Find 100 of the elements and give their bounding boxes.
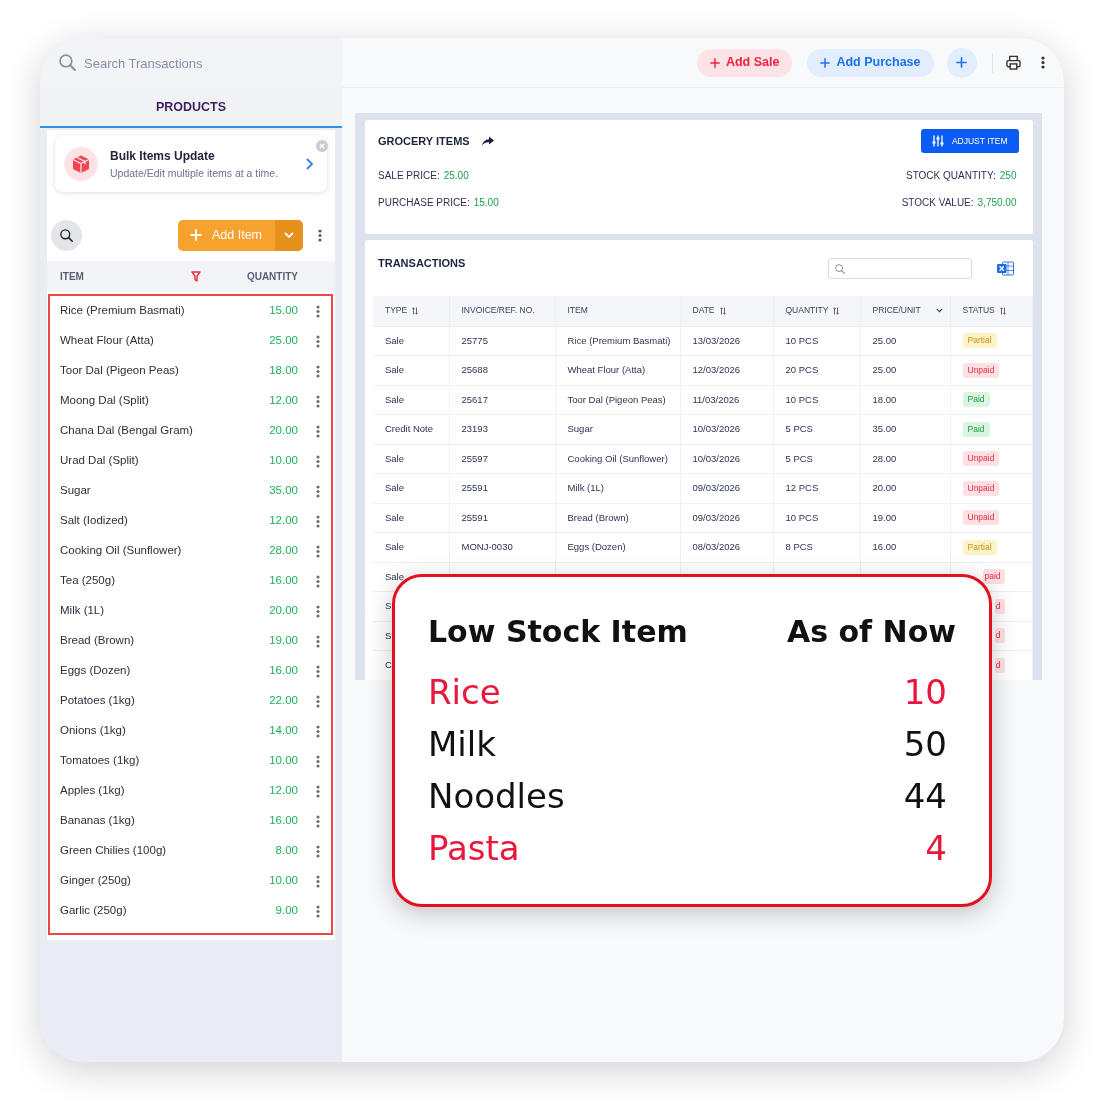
vertical-dots-icon[interactable] bbox=[316, 514, 320, 528]
table-cell: 11/03/2026 bbox=[680, 385, 773, 415]
status-badge: Unpaid bbox=[962, 451, 1000, 467]
table-cell: 08/03/2026 bbox=[680, 532, 773, 562]
share-arrow-icon[interactable] bbox=[481, 136, 494, 146]
sort-icon[interactable] bbox=[719, 306, 726, 315]
column-header[interactable]: STATUS bbox=[962, 304, 995, 318]
item-name[interactable]: Ginger (250g) bbox=[60, 872, 131, 890]
vertical-dots-icon[interactable] bbox=[316, 724, 320, 738]
package-icon bbox=[64, 147, 98, 181]
table-cell: Milk (1L) bbox=[555, 473, 680, 503]
sort-icon[interactable] bbox=[412, 306, 419, 315]
item-quantity: 10.00 bbox=[269, 753, 298, 769]
search-field[interactable]: Search Transactions bbox=[40, 38, 342, 88]
item-name[interactable]: Sugar bbox=[60, 482, 91, 500]
item-name[interactable]: Cooking Oil (Sunflower) bbox=[60, 542, 182, 560]
item-name[interactable]: Onions (1kg) bbox=[60, 722, 126, 740]
vertical-dots-icon[interactable] bbox=[316, 664, 320, 678]
tab[interactable]: PRODUCTS bbox=[40, 88, 342, 128]
vertical-dots-icon[interactable] bbox=[316, 904, 320, 918]
table-cell: 12 PCS bbox=[773, 473, 860, 503]
status-badge: d bbox=[994, 628, 1005, 644]
table-cell: 10 PCS bbox=[773, 326, 860, 356]
item-name[interactable]: Tomatoes (1kg) bbox=[60, 752, 140, 770]
promo-card[interactable]: Bulk Items Update Update/Edit multiple items at a time. bbox=[55, 136, 327, 192]
vertical-dots-icon[interactable] bbox=[316, 694, 320, 708]
vertical-dots-icon[interactable] bbox=[316, 544, 320, 558]
vertical-dots-icon[interactable] bbox=[316, 304, 320, 318]
item-name[interactable]: Toor Dal (Pigeon Peas) bbox=[60, 362, 179, 380]
add-button[interactable] bbox=[946, 47, 977, 78]
plus-icon bbox=[190, 229, 202, 241]
column-header: INVOICE/REF. NO. bbox=[461, 304, 535, 318]
adjust-item-button[interactable]: ADJUST ITEM bbox=[920, 129, 1019, 153]
table-cell: 12/03/2026 bbox=[680, 355, 773, 385]
item-quantity: 20.00 bbox=[269, 423, 298, 439]
item-name[interactable]: Apples (1kg) bbox=[60, 782, 125, 800]
item-name[interactable]: Chana Dal (Bengal Gram) bbox=[60, 422, 193, 440]
sort-icon[interactable] bbox=[999, 306, 1006, 315]
card-title: GROCERY ITEMS bbox=[378, 133, 470, 149]
item-name[interactable]: Bananas (1kg) bbox=[60, 812, 135, 830]
caret-down-icon bbox=[284, 232, 294, 238]
field-label: PURCHASE PRICE: bbox=[378, 195, 470, 210]
table-cell: Rice (Premium Basmati) bbox=[555, 326, 680, 356]
vertical-dots-icon[interactable] bbox=[316, 754, 320, 768]
item-name[interactable]: Eggs (Dozen) bbox=[60, 662, 131, 680]
table-cell: 35.00 bbox=[860, 414, 950, 444]
filter-icon[interactable] bbox=[191, 271, 201, 282]
table-cell: Credit Note bbox=[373, 414, 449, 444]
status-badge: Unpaid bbox=[962, 510, 1000, 526]
vertical-dots-icon[interactable] bbox=[316, 634, 320, 648]
item-name[interactable]: Bread (Brown) bbox=[60, 632, 135, 650]
item-name[interactable]: Salt (Iodized) bbox=[60, 512, 128, 530]
promo-subtitle: Update/Edit multiple items at a time. bbox=[110, 165, 280, 180]
search-field[interactable] bbox=[827, 258, 972, 279]
table-cell: 25775 bbox=[449, 326, 555, 356]
item-quantity: 15.00 bbox=[269, 303, 298, 319]
item-quantity: 22.00 bbox=[269, 693, 298, 709]
vertical-dots-icon[interactable] bbox=[318, 228, 322, 242]
vertical-dots-icon[interactable] bbox=[316, 364, 320, 378]
item-name[interactable]: Tea (250g) bbox=[60, 572, 115, 590]
stock-item-name: Milk bbox=[428, 723, 496, 766]
item-quantity: 20.00 bbox=[269, 603, 298, 619]
status-badge: Partial bbox=[962, 333, 997, 349]
vertical-dots-icon[interactable] bbox=[316, 424, 320, 438]
item-name[interactable]: Milk (1L) bbox=[60, 602, 105, 620]
stock-count: 50 bbox=[903, 723, 947, 766]
vertical-dots-icon[interactable] bbox=[1040, 56, 1045, 69]
table-cell: 25597 bbox=[449, 444, 555, 474]
vertical-dots-icon[interactable] bbox=[316, 874, 320, 888]
sort-icon[interactable] bbox=[833, 306, 840, 315]
table-cell: Sale bbox=[373, 532, 449, 562]
item-quantity: 12.00 bbox=[269, 513, 298, 529]
item-name[interactable]: Rice (Premium Basmati) bbox=[60, 302, 185, 320]
column-header[interactable]: TYPE bbox=[385, 304, 408, 318]
chevron-down-icon[interactable] bbox=[935, 308, 943, 314]
vertical-dots-icon[interactable] bbox=[316, 574, 320, 588]
item-name[interactable]: Garlic (250g) bbox=[60, 902, 127, 920]
search-button[interactable] bbox=[51, 219, 82, 251]
item-name[interactable]: Green Chilies (100g) bbox=[60, 842, 167, 860]
printer-icon[interactable] bbox=[1005, 55, 1021, 70]
vertical-dots-icon[interactable] bbox=[316, 814, 320, 828]
item-name[interactable]: Wheat Flour (Atta) bbox=[60, 332, 154, 350]
column-header: QUANTITY bbox=[246, 270, 298, 284]
column-header[interactable]: DATE bbox=[692, 304, 715, 318]
vertical-dots-icon[interactable] bbox=[316, 334, 320, 348]
add-purchase-button[interactable]: Add Purchase bbox=[807, 48, 934, 77]
table-cell: 16.00 bbox=[860, 532, 950, 562]
vertical-dots-icon[interactable] bbox=[316, 844, 320, 858]
vertical-dots-icon[interactable] bbox=[316, 454, 320, 468]
item-name[interactable]: Potatoes (1kg) bbox=[60, 692, 135, 710]
spreadsheet-icon[interactable] bbox=[996, 261, 1014, 276]
vertical-dots-icon[interactable] bbox=[316, 484, 320, 498]
item-name[interactable]: Moong Dal (Split) bbox=[60, 392, 149, 410]
vertical-dots-icon[interactable] bbox=[316, 784, 320, 798]
table-cell: 25617 bbox=[449, 385, 555, 415]
item-name[interactable]: Urad Dal (Split) bbox=[60, 452, 139, 470]
table-cell: 25591 bbox=[449, 473, 555, 503]
vertical-dots-icon[interactable] bbox=[316, 394, 320, 408]
chevron-right-icon[interactable] bbox=[305, 158, 313, 170]
vertical-dots-icon[interactable] bbox=[316, 604, 320, 618]
